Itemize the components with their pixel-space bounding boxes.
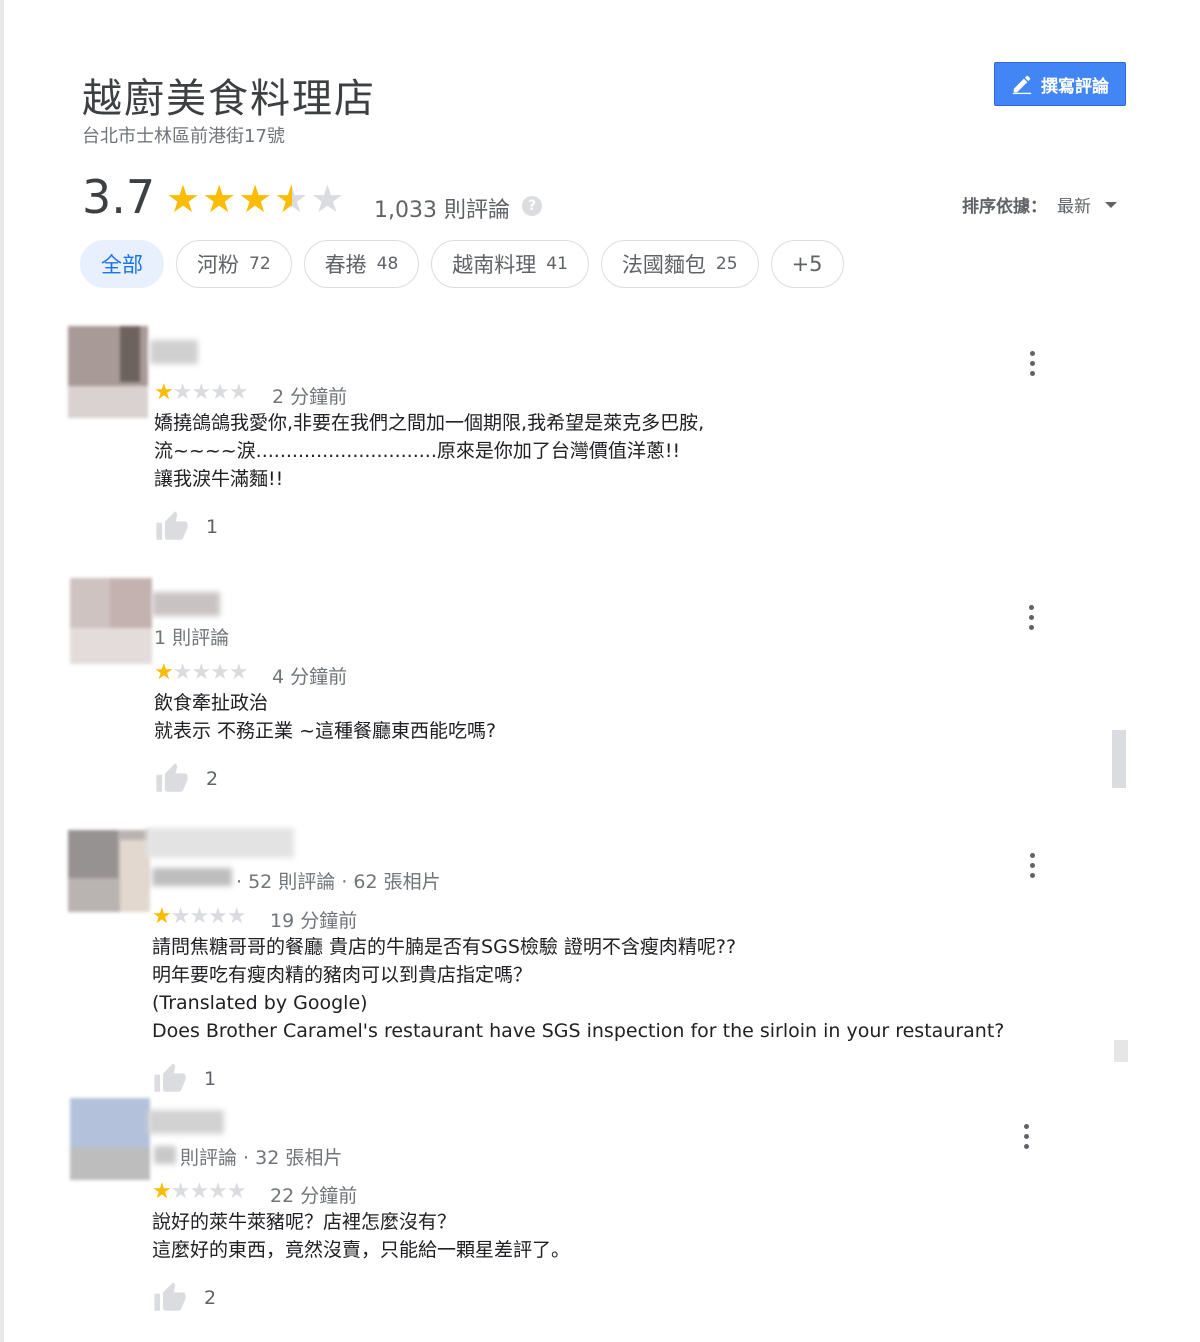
avatar[interactable] [70,578,152,664]
avatar[interactable] [68,830,150,912]
chip-count: 41 [546,254,568,274]
topic-chips: 全部 河粉 72 春捲 48 越南料理 41 法國麵包 25 +5 [80,240,844,288]
reviewer-name[interactable] [146,828,294,858]
thumb-up-icon [154,1063,186,1092]
like-count: 2 [206,768,219,790]
help-icon[interactable]: ? [522,196,542,216]
star-icon: ★ [238,177,275,221]
review-count[interactable]: 1,033 則評論 [374,192,510,224]
review-stars: ★★★★★ [152,904,247,929]
chip-label: +5 [791,252,823,276]
page-edge [0,0,4,1342]
reviewer-name[interactable] [148,1110,224,1134]
review-time: 22 分鐘前 [270,1185,358,1207]
review-stars: ★★★★★ [152,1179,247,1204]
reviewer-badge [154,1146,176,1164]
like-button[interactable]: 2 [152,1281,216,1315]
chip-count: 72 [249,254,271,274]
thumb-up-icon [156,763,188,792]
like-button[interactable]: 1 [152,1062,216,1096]
review-text: 嬌撓鴿鴿我愛你,非要在我們之間加一個期限,我希望是萊克多巴胺, 流~~~~淚..… [154,412,705,490]
rating-score: 3.7 [82,170,156,224]
place-title: 越廚美食料理店 [82,76,376,122]
more-vert-icon[interactable] [1030,853,1036,878]
scrollbar-thumb[interactable] [1112,730,1126,788]
like-count: 2 [204,1287,217,1309]
chip-label: 全部 [101,253,143,277]
review-text: 說好的萊牛萊豬呢？店裡怎麼沒有？ 這麼好的東西，竟然沒賣，只能給一顆星差評了。 [152,1211,571,1261]
reviewer-meta: 則評論 · 32 張相片 [180,1147,343,1169]
review-text: 請問焦糖哥哥的餐廳 貴店的牛腩是否有SGS檢驗 證明不含瘦肉精呢?? 明年要吃有… [152,936,1005,1042]
caret-down-icon [1105,201,1117,208]
thumb-up-icon [156,511,188,540]
pencil-icon [1012,75,1032,95]
chip-count: 48 [376,254,399,274]
thumb-up-icon [154,1282,186,1311]
half-star-icon: ★ [274,177,311,221]
sort-value: 最新 [1057,197,1091,217]
like-button[interactable]: 1 [154,510,218,544]
chip-label: 河粉 [197,253,239,277]
chip-label: 越南料理 [452,253,537,277]
chip-spring-roll[interactable]: 春捲 48 [303,240,420,288]
review-time: 2 分鐘前 [272,386,348,408]
avatar[interactable] [70,1098,150,1180]
reviewer-meta: 1 則評論 [154,627,230,649]
reviewer-meta: · 52 則評論 · 62 張相片 [236,871,441,893]
like-button[interactable]: 2 [154,762,218,796]
empty-star-icon: ★ [310,177,347,221]
avatar[interactable] [68,326,148,418]
reviewer-name[interactable] [152,592,220,616]
write-review-button[interactable]: 撰寫評論 [994,62,1126,106]
like-count: 1 [206,516,219,538]
write-review-label: 撰寫評論 [1041,76,1109,97]
chip-label: 春捲 [324,253,367,277]
chip-all[interactable]: 全部 [80,240,164,288]
rating-stars: ★★★★★ [166,180,346,218]
chip-count: 25 [715,254,738,274]
scrollbar-segment [1114,1040,1128,1062]
review-time: 4 分鐘前 [272,666,348,688]
sort-label: 排序依據： [962,197,1047,217]
chip-pho[interactable]: 河粉 72 [176,240,292,288]
place-address: 台北市士林區前港街17號 [82,126,285,147]
reviewer-badge [152,868,232,886]
like-count: 1 [204,1068,217,1090]
sort-dropdown[interactable]: 排序依據： 最新 [962,192,1117,217]
star-icon: ★ [166,177,203,221]
review-stars: ★★★★★ [154,380,249,405]
review-text: 飲食牽扯政治 就表示 不務正業 ~這種餐廳東西能吃嗎? [154,692,497,742]
review-stars: ★★★★★ [154,660,249,685]
more-vert-icon[interactable] [1030,351,1036,376]
review-time: 19 分鐘前 [270,910,358,932]
chip-more[interactable]: +5 [770,240,844,288]
chip-vietnamese-food[interactable]: 越南料理 41 [431,240,589,288]
star-icon: ★ [202,177,239,221]
chip-label: 法國麵包 [621,253,706,277]
chip-baguette[interactable]: 法國麵包 25 [600,240,759,288]
more-vert-icon[interactable] [1029,605,1035,630]
more-vert-icon[interactable] [1024,1124,1030,1149]
reviewer-name[interactable] [150,340,198,364]
